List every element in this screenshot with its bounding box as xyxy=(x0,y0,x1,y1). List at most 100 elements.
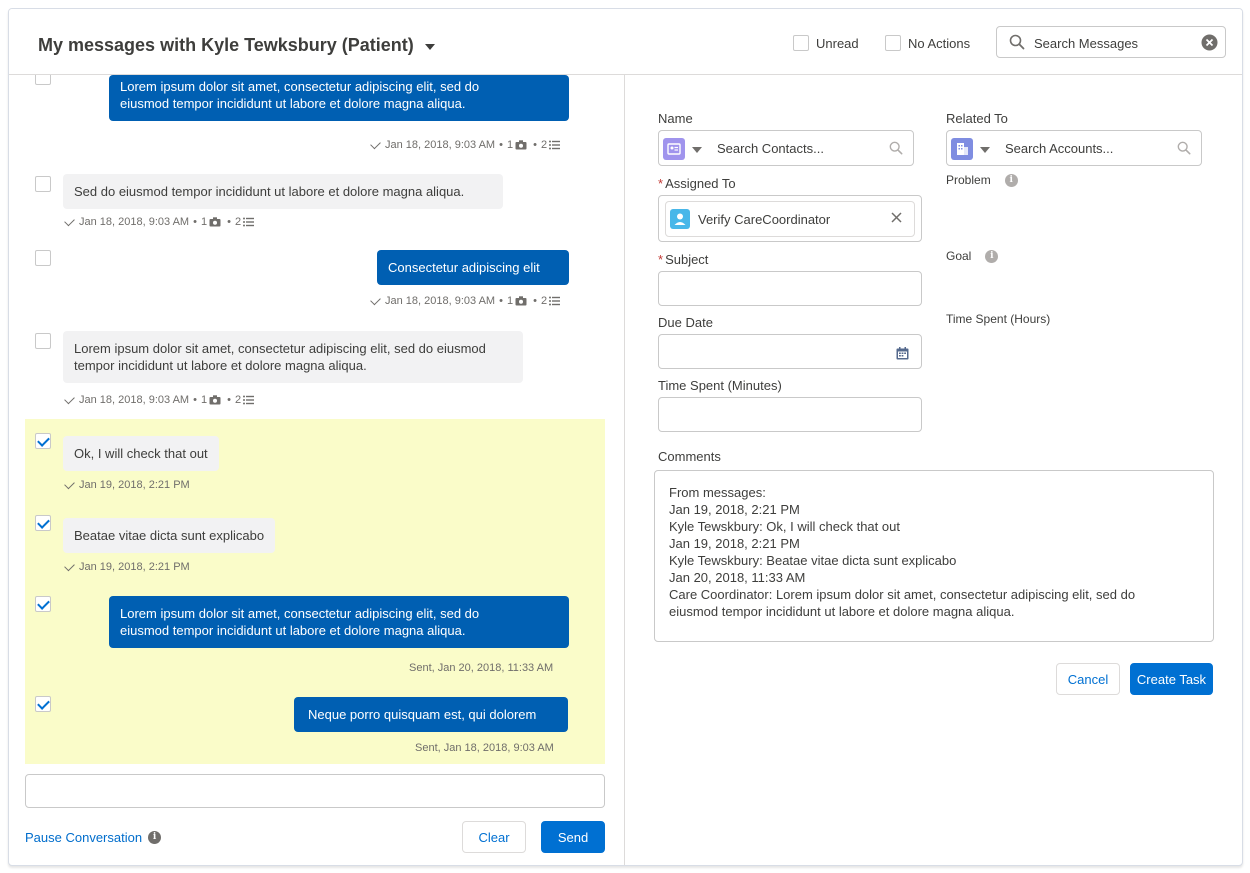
assigned-to-label: * Assigned To xyxy=(658,176,736,191)
task-list-icon xyxy=(243,395,255,405)
message-time: Jan 18, 2018, 9:03 AM xyxy=(79,216,190,228)
comment-line: Kyle Tewskbury: Ok, I will check that ou… xyxy=(669,519,900,534)
messages-card: My messages with Kyle Tewksbury (Patient… xyxy=(8,8,1243,866)
problem-label-text: Problem xyxy=(946,173,991,187)
comments-label: Comments xyxy=(658,449,721,464)
send-button[interactable]: Send xyxy=(541,821,605,853)
related-to-placeholder: Search Accounts... xyxy=(1005,141,1114,156)
info-icon[interactable]: i xyxy=(985,249,999,263)
user-icon xyxy=(670,209,690,229)
message-meta: Jan 19, 2018, 2:21 PM xyxy=(64,560,190,573)
delivered-check-icon xyxy=(370,138,381,149)
message-checkbox[interactable] xyxy=(35,75,51,85)
clear-search-icon[interactable] xyxy=(1201,34,1218,51)
message-bubble-outgoing: Lorem ipsum dolor sit amet, consectetur … xyxy=(109,596,569,648)
message-text: Lorem ipsum dolor sit amet, consectetur … xyxy=(74,341,486,356)
message-checkbox-checked[interactable] xyxy=(35,515,51,531)
related-to-lookup[interactable]: Search Accounts... xyxy=(946,130,1202,166)
pause-conversation-link[interactable]: Pause Conversation i xyxy=(25,830,162,845)
message-checkbox-checked[interactable] xyxy=(35,433,51,449)
name-label: Name xyxy=(658,111,693,126)
task-count: 2 xyxy=(234,216,242,228)
remove-pill-icon[interactable] xyxy=(891,212,902,223)
due-date-label: Due Date xyxy=(658,315,713,330)
message-bubble-outgoing: Neque porro quisquam est, qui dolorem xyxy=(294,697,568,732)
message-checkbox-checked[interactable] xyxy=(35,596,51,612)
message-checkbox[interactable] xyxy=(35,176,51,192)
attachment-count: 1 xyxy=(506,139,514,151)
comments-textarea[interactable]: From messages: Jan 19, 2018, 2:21 PM Kyl… xyxy=(654,470,1214,642)
message-time: Jan 19, 2018, 2:21 PM xyxy=(79,479,190,491)
message-meta: Sent, Jan 20, 2018, 11:33 AM xyxy=(409,662,553,674)
message-bubble-incoming: Lorem ipsum dolor sit amet, consectetur … xyxy=(63,331,523,383)
info-icon[interactable]: i xyxy=(148,831,162,844)
message-text: Beatae vitae dicta sunt explicabo xyxy=(74,528,265,543)
attachment-icon xyxy=(515,296,527,306)
chevron-down-icon[interactable] xyxy=(692,147,702,153)
unread-checkbox[interactable] xyxy=(793,35,809,51)
comment-line: Care Coordinator: Lorem ipsum dolor sit … xyxy=(669,587,1136,602)
attachment-count: 1 xyxy=(506,295,514,307)
message-meta: Jan 18, 2018, 9:03 AM • 1 • 2 xyxy=(370,294,562,307)
search-icon xyxy=(1009,34,1025,50)
subject-label: * Subject xyxy=(658,252,709,267)
assigned-to-label-text: Assigned To xyxy=(665,176,736,191)
filter-no-actions[interactable]: No Actions xyxy=(885,35,970,51)
message-checkbox-checked[interactable] xyxy=(35,696,51,712)
name-placeholder: Search Contacts... xyxy=(717,141,824,156)
comment-line: From messages: xyxy=(669,485,766,500)
message-text: Ok, I will check that out xyxy=(74,446,208,461)
due-date-input[interactable] xyxy=(658,334,922,369)
message-text: Lorem ipsum dolor sit amet, consectetur … xyxy=(120,79,480,94)
time-spent-hours-label: Time Spent (Hours) xyxy=(946,312,1051,326)
account-building-icon xyxy=(951,138,973,160)
message-time: Jan 18, 2018, 9:03 AM xyxy=(79,394,190,406)
assigned-to-field[interactable]: Verify CareCoordinator xyxy=(658,195,922,242)
chevron-down-icon[interactable] xyxy=(980,147,990,153)
time-spent-minutes-input[interactable] xyxy=(658,397,922,432)
subject-input[interactable] xyxy=(658,271,922,306)
task-count: 2 xyxy=(234,394,242,406)
message-meta: Jan 18, 2018, 9:03 AM • 1 • 2 xyxy=(370,138,562,151)
message-time: Sent, Jan 18, 2018, 9:03 AM xyxy=(415,742,554,754)
info-icon[interactable]: i xyxy=(1004,173,1018,187)
delivered-check-icon xyxy=(64,393,75,404)
create-task-button[interactable]: Create Task xyxy=(1130,663,1213,695)
message-checkbox[interactable] xyxy=(35,333,51,349)
contact-card-icon xyxy=(663,138,685,160)
message-text: Sed do eiusmod tempor incididunt ut labo… xyxy=(74,184,465,199)
name-lookup[interactable]: Search Contacts... xyxy=(658,130,914,166)
clear-button[interactable]: Clear xyxy=(462,821,526,853)
attachment-count: 1 xyxy=(200,394,208,406)
message-text: Consectetur adipiscing elit xyxy=(388,260,540,275)
cancel-button[interactable]: Cancel xyxy=(1056,663,1120,695)
message-thread: Lorem ipsum dolor sit amet, consectetur … xyxy=(9,75,625,865)
filter-unread[interactable]: Unread xyxy=(793,35,859,51)
message-text: eiusmod tempor incididunt ut labore et d… xyxy=(120,623,466,638)
search-messages-input[interactable]: Search Messages xyxy=(996,26,1226,58)
message-text: tempor incididunt ut labore et dolore ma… xyxy=(74,358,367,373)
comment-line: Kyle Tewskbury: Beatae vitae dicta sunt … xyxy=(669,553,957,568)
search-icon xyxy=(889,141,903,155)
no-actions-label: No Actions xyxy=(908,35,971,51)
pause-conversation-label: Pause Conversation xyxy=(25,830,143,845)
message-time: Jan 18, 2018, 9:03 AM xyxy=(385,139,496,151)
message-meta: Sent, Jan 18, 2018, 9:03 AM xyxy=(415,742,554,754)
message-time: Sent, Jan 20, 2018, 11:33 AM xyxy=(409,662,554,674)
no-actions-checkbox[interactable] xyxy=(885,35,901,51)
comment-line: Jan 19, 2018, 2:21 PM xyxy=(669,536,800,551)
time-spent-minutes-label: Time Spent (Minutes) xyxy=(658,378,782,393)
task-count: 2 xyxy=(540,139,548,151)
comment-line: eiusmod tempor incididunt ut labore et d… xyxy=(669,604,1015,619)
message-time: Jan 19, 2018, 2:21 PM xyxy=(79,561,190,573)
chevron-down-icon[interactable] xyxy=(425,44,435,50)
attachment-icon xyxy=(209,395,221,405)
task-list-icon xyxy=(243,217,255,227)
message-text: Lorem ipsum dolor sit amet, consectetur … xyxy=(120,606,480,621)
message-checkbox[interactable] xyxy=(35,250,51,266)
message-meta: Jan 18, 2018, 9:03 AM • 1 • 2 xyxy=(64,393,256,406)
assigned-to-pill[interactable]: Verify CareCoordinator xyxy=(665,201,915,237)
message-time: Jan 18, 2018, 9:03 AM xyxy=(385,295,496,307)
calendar-icon[interactable] xyxy=(896,347,909,360)
message-compose-input[interactable] xyxy=(25,774,605,808)
